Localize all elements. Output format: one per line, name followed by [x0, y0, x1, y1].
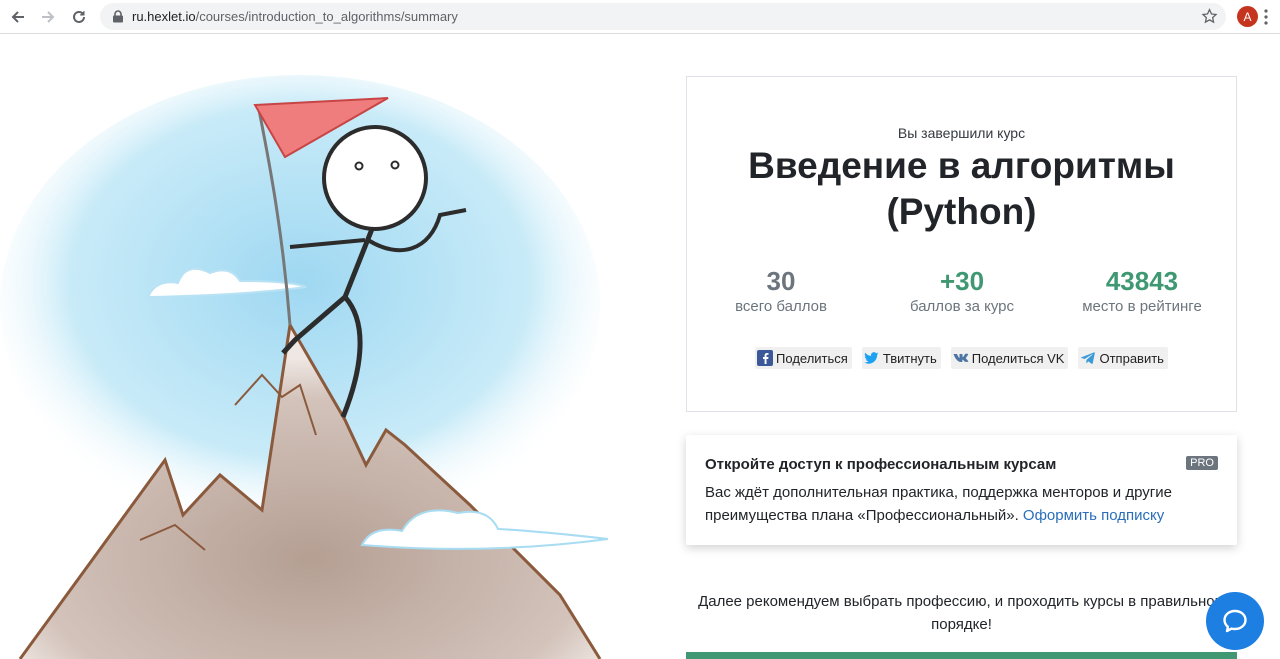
stat-course-points: +30 баллов за курс	[882, 265, 1042, 315]
bookmark-star-icon[interactable]	[1201, 8, 1218, 25]
figure-head	[322, 125, 428, 231]
stat-label: всего баллов	[735, 298, 827, 315]
browser-toolbar: ru.hexlet.io/courses/introduction_to_alg…	[0, 0, 1280, 34]
completed-label: Вы завершили курс	[897, 125, 1026, 141]
stat-value: 30	[766, 266, 796, 296]
stat-rating-place: 43843 место в рейтинге	[1062, 265, 1222, 315]
url-host: ru.hexlet.io	[132, 9, 196, 24]
share-telegram-button[interactable]: Отправить	[1078, 347, 1168, 369]
subscribe-link[interactable]: Оформить подписку	[1023, 507, 1164, 524]
telegram-icon	[1080, 350, 1096, 366]
pro-badge: PRO	[1186, 456, 1218, 470]
professions-button[interactable]	[686, 652, 1237, 659]
more-menu-icon[interactable]	[1264, 9, 1268, 25]
share-vk-button[interactable]: Поделиться VK	[950, 347, 1069, 369]
share-facebook-label: Поделиться	[776, 350, 848, 366]
stat-value: +30	[939, 266, 985, 296]
url-text: ru.hexlet.io/courses/introduction_to_alg…	[132, 9, 458, 24]
facebook-icon	[757, 350, 774, 366]
reload-icon	[73, 10, 85, 23]
mountain-climber-illustration	[0, 75, 609, 659]
stat-label: место в рейтинге	[1082, 298, 1202, 315]
stat-label: баллов за курс	[909, 298, 1015, 315]
share-facebook-button[interactable]: Поделиться	[755, 347, 852, 369]
share-twitter-button[interactable]: Твитнуть	[861, 347, 941, 369]
stat-total-points: 30 всего баллов	[701, 265, 861, 315]
pro-promo-card: Откройте доступ к профессиональным курса…	[686, 435, 1237, 545]
back-button[interactable]	[6, 5, 30, 29]
twitter-icon	[864, 350, 880, 366]
chat-bubble-icon	[1223, 609, 1247, 633]
pro-title: Откройте доступ к профессиональным курса…	[705, 456, 1057, 473]
forward-button[interactable]	[36, 5, 60, 29]
url-path: /courses/introduction_to_algorithms/summ…	[195, 9, 458, 24]
share-telegram-label: Отправить	[1099, 350, 1164, 366]
support-chat-button[interactable]	[1206, 592, 1264, 650]
share-buttons: Поделиться Твитнуть Поделиться VK Отправ…	[687, 347, 1236, 369]
course-summary-card: Вы завершили курс Введение в алгоритмы (…	[686, 76, 1237, 412]
share-vk-label: Поделиться VK	[971, 350, 1065, 366]
course-title: Введение в алгоритмы (Python)	[748, 145, 1175, 232]
vk-icon	[953, 350, 969, 366]
arrow-right-icon	[42, 11, 55, 23]
profile-avatar[interactable]: A	[1237, 6, 1258, 27]
recommend-text: Далее рекомендуем выбрать профессию, и п…	[698, 593, 1225, 633]
share-twitter-label: Твитнуть	[882, 350, 937, 366]
stat-value: 43843	[1105, 266, 1179, 296]
lock-icon	[113, 10, 123, 23]
pro-description: Вас ждёт дополнительная практика, поддер…	[705, 481, 1215, 527]
reload-button[interactable]	[67, 5, 91, 29]
arrow-left-icon	[11, 11, 24, 23]
address-bar[interactable]: ru.hexlet.io/courses/introduction_to_alg…	[100, 3, 1226, 30]
